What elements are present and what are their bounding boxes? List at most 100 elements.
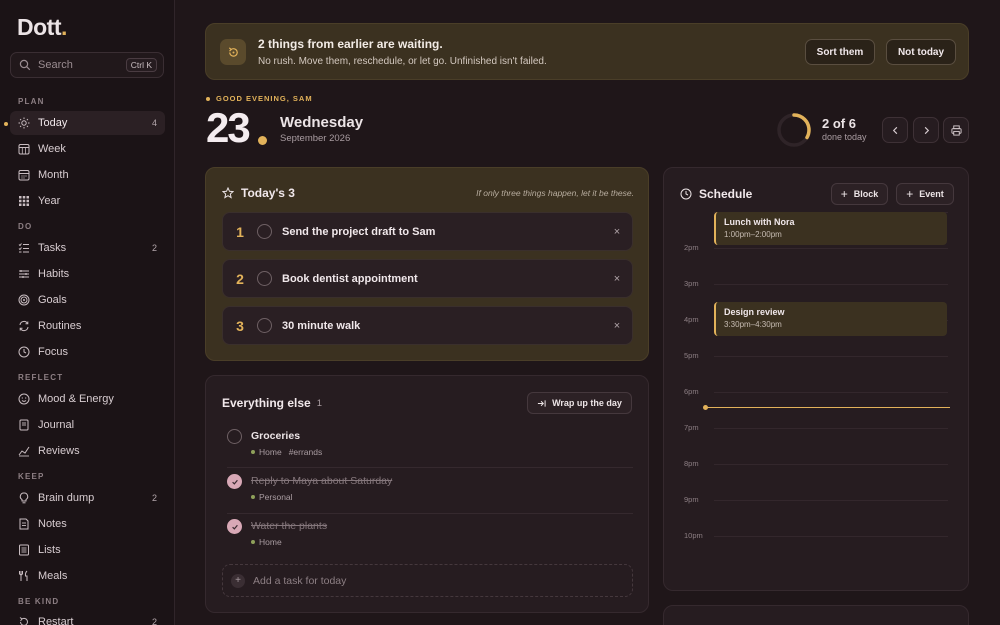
section-label-plan: PLAN — [18, 97, 45, 106]
hour-line — [714, 284, 948, 285]
print-button[interactable] — [943, 117, 969, 143]
task-name: Water the plants — [251, 520, 328, 532]
sidebar-item-label: Month — [38, 169, 69, 181]
hour-line — [714, 428, 948, 429]
app-logo[interactable]: Dott. — [17, 14, 67, 41]
sidebar-item-lists[interactable]: Lists — [10, 538, 165, 562]
greeting: GOOD EVENING, SAM — [206, 94, 313, 103]
sidebar-item-routines[interactable]: Routines — [10, 314, 165, 338]
event-name: Design review — [724, 307, 785, 317]
sun-icon — [18, 117, 30, 129]
hour-label: 8pm — [684, 459, 699, 468]
plus-icon: + — [906, 187, 914, 201]
next-day-button[interactable] — [913, 117, 939, 143]
sidebar-item-label: Habits — [38, 268, 70, 280]
sidebar-item-journal[interactable]: Journal — [10, 413, 165, 437]
priority-task-label: 30 minute walk — [282, 319, 361, 332]
priority-task-label: Send the project draft to Sam — [282, 225, 436, 238]
schedule-title: Schedule — [680, 187, 752, 201]
sort-them-button[interactable]: Sort them — [805, 39, 875, 65]
task-name: Reply to Maya about Saturday — [251, 475, 393, 487]
task-checkbox-checked[interactable] — [227, 519, 242, 534]
target-icon — [18, 294, 30, 306]
event-time: 1:00pm–2:00pm — [724, 230, 782, 239]
remove-priority-button[interactable]: × — [602, 226, 632, 238]
hour-label: 4pm — [684, 315, 699, 324]
chevron-left-icon — [892, 126, 897, 134]
task-checkbox[interactable] — [257, 271, 272, 286]
task-row[interactable]: Reply to Maya about Saturday Personal — [227, 466, 633, 511]
add-event-button[interactable]: + Event — [896, 183, 954, 205]
clock-icon — [680, 188, 692, 200]
priority-task-row[interactable]: 3 30 minute walk × — [222, 306, 633, 345]
hour-label: 7pm — [684, 423, 699, 432]
banner-title: 2 things from earlier are waiting. — [258, 37, 443, 51]
sidebar-item-label: Meals — [38, 570, 68, 582]
todays-three-hint: If only three things happen, let it be t… — [476, 188, 634, 198]
sidebar-item-meals[interactable]: Meals — [10, 564, 165, 588]
current-time-line — [706, 407, 950, 408]
sidebar-item-tasks[interactable]: Tasks 2 — [10, 236, 165, 260]
sidebar-item-reviews[interactable]: Reviews — [10, 439, 165, 463]
add-task-input[interactable]: + Add a task for today — [222, 564, 633, 597]
sidebar-item-label: Notes — [38, 518, 67, 530]
star-icon — [222, 187, 234, 199]
remove-priority-button[interactable]: × — [602, 273, 632, 285]
lightbulb-icon — [18, 492, 30, 504]
chevron-right-icon — [924, 126, 929, 134]
task-area: Personal — [259, 492, 293, 502]
task-row[interactable]: Water the plants Home — [227, 511, 633, 556]
list-icon — [18, 544, 30, 556]
sidebar-item-count: 4 — [151, 118, 157, 128]
schedule-event[interactable]: Design review 3:30pm–4:30pm — [714, 302, 947, 336]
hour-label: 5pm — [684, 351, 699, 360]
checklist-icon — [18, 242, 30, 254]
task-row[interactable]: Groceries Home #errands — [227, 421, 633, 466]
sidebar-item-goals[interactable]: Goals — [10, 288, 165, 312]
sidebar-item-today[interactable]: Today 4 — [10, 111, 165, 135]
sidebar-item-habits[interactable]: Habits — [10, 262, 165, 286]
prev-day-button[interactable] — [882, 117, 908, 143]
schedule-event[interactable]: Lunch with Nora 1:00pm–2:00pm — [714, 212, 947, 245]
task-checkbox[interactable] — [227, 429, 242, 444]
remove-priority-button[interactable]: × — [602, 320, 632, 332]
todays-three-title: Today's 3 — [222, 186, 295, 200]
sidebar-item-restart[interactable]: Restart 2 — [10, 610, 165, 625]
restart-icon — [18, 616, 30, 625]
sidebar-item-label: Restart — [38, 616, 74, 625]
sidebar-item-count: 2 — [151, 243, 157, 253]
sidebar-item-brain-dump[interactable]: Brain dump 2 — [10, 486, 165, 510]
note-icon — [18, 518, 30, 530]
task-checkbox-checked[interactable] — [227, 474, 242, 489]
priority-task-row[interactable]: 1 Send the project draft to Sam × — [222, 212, 633, 251]
task-checkbox[interactable] — [257, 318, 272, 333]
sidebar-item-week[interactable]: Week — [10, 137, 165, 161]
hour-label: 6pm — [684, 387, 699, 396]
day-number: 23 — [206, 104, 251, 151]
sidebar-item-label: Mood & Energy — [38, 393, 114, 405]
sidebar-item-focus[interactable]: Focus — [10, 340, 165, 364]
search-box[interactable]: Search Ctrl K — [10, 52, 164, 78]
sidebar-item-label: Lists — [38, 544, 61, 556]
day-dot — [258, 136, 267, 145]
waiting-banner: 2 things from earlier are waiting. No ru… — [205, 23, 969, 80]
wrap-up-day-button[interactable]: Wrap up the day — [527, 392, 632, 414]
sidebar-item-mood[interactable]: Mood & Energy — [10, 387, 165, 411]
sidebar-item-label: Focus — [38, 346, 68, 358]
secondary-card — [663, 605, 969, 625]
sidebar-item-notes[interactable]: Notes — [10, 512, 165, 536]
sidebar-item-month[interactable]: Month — [10, 163, 165, 187]
task-checkbox[interactable] — [257, 224, 272, 239]
add-block-button[interactable]: + Block — [831, 183, 888, 205]
hour-line — [714, 536, 948, 537]
sidebar-item-label: Year — [38, 195, 61, 207]
check-icon — [231, 479, 238, 485]
event-time: 3:30pm–4:30pm — [724, 320, 782, 329]
check-icon — [231, 524, 238, 530]
priority-task-row[interactable]: 2 Book dentist appointment × — [222, 259, 633, 298]
calendar-month-icon — [18, 169, 30, 181]
utensils-icon — [18, 570, 30, 582]
not-today-button[interactable]: Not today — [886, 39, 956, 65]
history-icon — [220, 39, 246, 65]
sidebar-item-year[interactable]: Year — [10, 189, 165, 213]
